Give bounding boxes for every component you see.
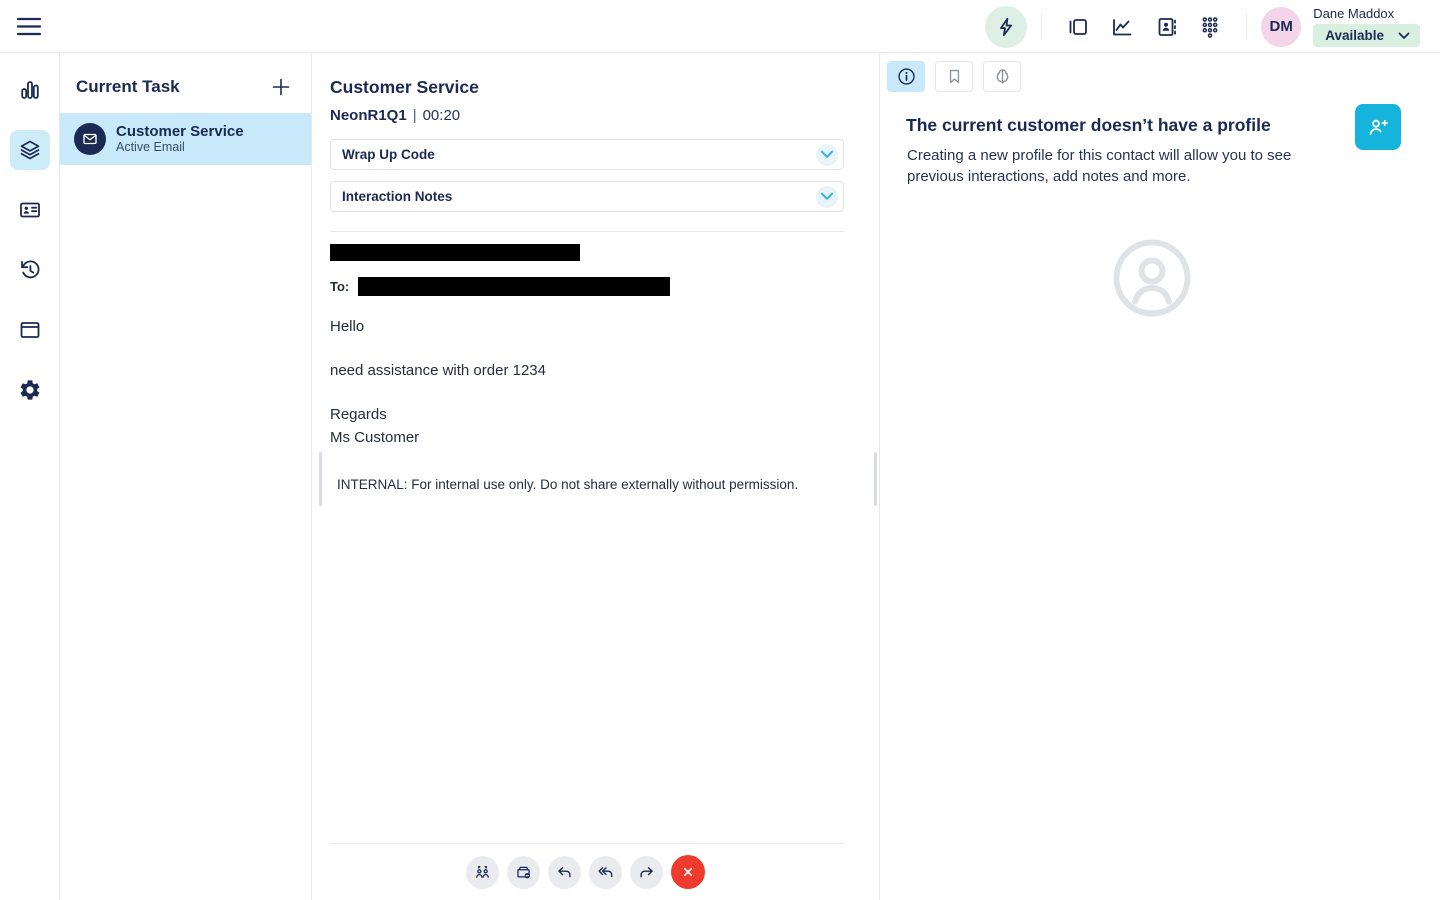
header-right-cluster: DM Dane Maddox Available — [985, 0, 1420, 53]
person-add-icon — [1369, 119, 1388, 135]
user-block: Dane Maddox Available — [1313, 6, 1420, 47]
dialpad-icon[interactable] — [1193, 10, 1227, 44]
create-profile-button[interactable] — [1355, 104, 1401, 150]
forward-icon[interactable] — [630, 855, 663, 889]
nav-activity-icon[interactable] — [10, 70, 50, 110]
panels-icon[interactable] — [1061, 10, 1095, 44]
interaction-notes-accordion[interactable]: Interaction Notes — [330, 181, 844, 212]
lightning-icon[interactable] — [985, 5, 1028, 48]
email-signature: Ms Customer — [330, 429, 420, 446]
wrap-up-code-accordion[interactable]: Wrap Up Code — [330, 139, 844, 170]
nav-contacts-icon[interactable] — [10, 190, 50, 230]
internal-disclaimer: INTERNAL: For internal use only. Do not … — [337, 477, 799, 492]
tab-insights-brain-icon[interactable] — [983, 61, 1021, 92]
status-label: Available — [1325, 28, 1384, 43]
email-left-scrollbar[interactable] — [319, 452, 322, 506]
no-profile-title: The current customer doesn’t have a prof… — [906, 115, 1271, 135]
email-section-divider — [330, 231, 844, 232]
status-dropdown[interactable]: Available — [1313, 24, 1420, 47]
email-greeting: Hello — [330, 318, 365, 335]
park-email-icon[interactable] — [507, 855, 540, 889]
disconnect-icon[interactable] — [671, 855, 705, 889]
profile-panel-tabs — [880, 53, 1440, 92]
email-to-row: To: — [330, 277, 844, 296]
interaction-toolbar — [302, 855, 869, 889]
nav-interactions-icon[interactable] — [9, 130, 50, 170]
tab-info-icon[interactable] — [887, 61, 925, 92]
tab-bookmark-icon[interactable] — [935, 61, 973, 92]
redacted-subject — [330, 244, 580, 261]
chevron-down-icon — [816, 143, 838, 166]
customer-profile-panel: The current customer doesn’t have a prof… — [880, 53, 1440, 900]
redacted-recipient — [358, 277, 671, 296]
task-panel-title: Current Task — [76, 77, 180, 96]
chevron-down-icon — [816, 185, 838, 208]
to-label: To: — [330, 279, 350, 294]
interaction-main-panel: Customer Service NeonR1Q1 | 00:20 Wrap Up … — [312, 53, 880, 900]
hamburger-menu-icon[interactable] — [16, 14, 44, 40]
chevron-down-icon — [1398, 32, 1410, 39]
email-right-scrollbar[interactable] — [874, 452, 877, 506]
task-item-text: Customer Service Active Email — [116, 123, 244, 155]
interaction-code: NeonR1Q1 — [330, 107, 407, 124]
task-list-item[interactable]: Customer Service Active Email — [60, 113, 311, 165]
email-signoff: Regards — [330, 406, 387, 423]
left-nav-rail — [0, 53, 60, 900]
header-divider — [1246, 13, 1248, 40]
reply-all-icon[interactable] — [589, 855, 622, 889]
user-avatar[interactable]: DM — [1261, 6, 1302, 47]
toolbar-divider — [330, 843, 844, 844]
profile-placeholder-icon — [1112, 238, 1192, 318]
top-header: DM Dane Maddox Available — [0, 0, 1440, 53]
email-body-line: need assistance with order 1234 — [330, 362, 546, 379]
task-panel-header: Current Task — [60, 53, 311, 113]
user-name: Dane Maddox — [1313, 6, 1395, 21]
interaction-subline: NeonR1Q1 | 00:20 — [330, 107, 844, 124]
email-icon — [74, 123, 106, 155]
transfer-icon[interactable] — [466, 855, 499, 889]
interaction-timer: 00:20 — [422, 107, 461, 124]
interaction-title: Customer Service — [330, 77, 479, 97]
accordion-label: Wrap Up Code — [342, 147, 435, 162]
performance-chart-icon[interactable] — [1105, 10, 1139, 44]
task-item-title: Customer Service — [116, 123, 244, 140]
plus-icon — [272, 78, 290, 96]
contacts-directory-icon[interactable] — [1149, 10, 1183, 44]
nav-settings-gear-icon[interactable] — [10, 370, 50, 410]
no-profile-description: Creating a new profile for this contact … — [907, 147, 1292, 185]
subline-separator: | — [412, 107, 417, 124]
nav-apps-window-icon[interactable] — [10, 310, 50, 350]
accordion-label: Interaction Notes — [342, 189, 453, 204]
nav-history-icon[interactable] — [10, 250, 50, 290]
app-body: Current Task Customer Service Active Ema… — [0, 53, 1440, 900]
header-divider — [1041, 13, 1043, 40]
email-viewer: To: Hello need assistance with order 123… — [330, 244, 844, 492]
task-item-subtitle: Active Email — [116, 140, 185, 154]
add-task-button[interactable] — [269, 75, 293, 99]
current-task-panel: Current Task Customer Service Active Ema… — [60, 53, 312, 900]
reply-icon[interactable] — [548, 855, 581, 889]
